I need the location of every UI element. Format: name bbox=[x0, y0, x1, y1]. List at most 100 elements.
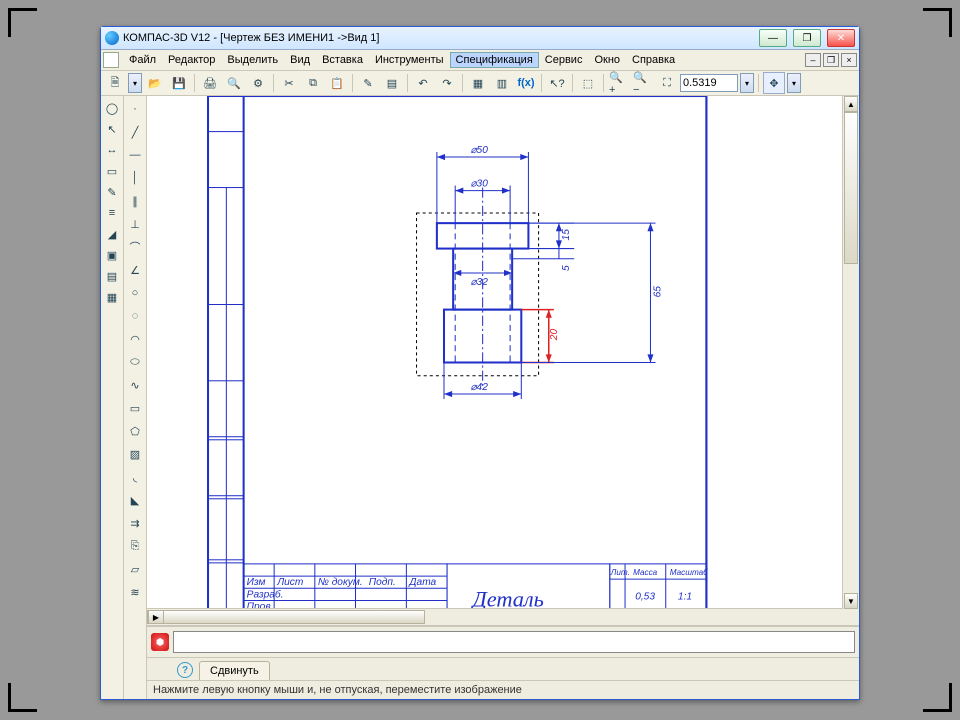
menu-window[interactable]: Окно bbox=[588, 52, 626, 68]
menu-view[interactable]: Вид bbox=[284, 52, 316, 68]
rect-tool[interactable]: ▭ bbox=[124, 397, 146, 419]
vline-tool[interactable]: │ bbox=[124, 167, 146, 189]
horizontal-scrollbar[interactable]: ◀ ▶ bbox=[147, 608, 843, 625]
spec-tool[interactable]: ▤ bbox=[102, 266, 122, 286]
property-input[interactable] bbox=[173, 631, 855, 653]
spline-tool[interactable]: ∿ bbox=[124, 374, 146, 396]
vscroll-thumb[interactable] bbox=[844, 112, 858, 264]
redo-button[interactable]: ↷ bbox=[436, 72, 458, 94]
drawing-svg: Изм Лист № докум. Подп. Дата Разраб. Про… bbox=[147, 96, 859, 626]
library-button[interactable]: ▥ bbox=[491, 72, 513, 94]
circle-tool[interactable]: ○ bbox=[124, 282, 146, 304]
report-tool[interactable]: ▦ bbox=[102, 287, 122, 307]
print-button[interactable]: 🖨 bbox=[199, 72, 221, 94]
collect-tool[interactable]: ⎘ bbox=[124, 535, 146, 557]
dim-5: 5 bbox=[561, 265, 572, 271]
parallel-tool[interactable]: ∥ bbox=[124, 190, 146, 212]
hatch-tool[interactable]: ▨ bbox=[124, 443, 146, 465]
circle3p-tool[interactable]: ◌ bbox=[124, 305, 146, 327]
tangent-tool[interactable]: ⌒ bbox=[124, 236, 146, 258]
titlebar[interactable]: КОМПАС-3D V12 - [Чертеж БЕЗ ИМЕНИ1 ->Вид… bbox=[101, 27, 859, 50]
measure-tool[interactable]: ◢ bbox=[102, 224, 122, 244]
zoom-input[interactable]: 0.5319 bbox=[680, 74, 738, 92]
select-tool[interactable]: ▣ bbox=[102, 245, 122, 265]
line-tool[interactable]: ╱ bbox=[124, 121, 146, 143]
param-tool[interactable]: ≡ bbox=[102, 203, 122, 223]
manager-button[interactable]: ▦ bbox=[467, 72, 489, 94]
dim-d50: ⌀50 bbox=[470, 145, 488, 156]
menu-help[interactable]: Справка bbox=[626, 52, 681, 68]
edit-tool[interactable]: ✎ bbox=[102, 182, 122, 202]
tb-mass: Масса bbox=[633, 568, 658, 577]
context-help-button[interactable]: ↖? bbox=[546, 72, 568, 94]
copy-button[interactable]: ⧉ bbox=[302, 72, 324, 94]
maximize-button[interactable]: ❐ bbox=[793, 29, 821, 47]
help-icon[interactable]: ? bbox=[177, 662, 193, 678]
mdi-close-button[interactable]: × bbox=[841, 53, 857, 67]
properties-button[interactable]: ⚙ bbox=[247, 72, 269, 94]
zoom-in-button[interactable]: 🔍+ bbox=[608, 72, 630, 94]
dimension-tool[interactable]: ↔ bbox=[102, 140, 122, 160]
point-tool[interactable]: · bbox=[124, 98, 146, 120]
zoom-window-button[interactable]: ⬚ bbox=[577, 72, 599, 94]
menu-file[interactable]: Файл bbox=[123, 52, 162, 68]
equid-tool[interactable]: ≋ bbox=[124, 581, 146, 603]
window-title: КОМПАС-3D V12 - [Чертеж БЕЗ ИМЕНИ1 ->Вид… bbox=[123, 32, 753, 44]
left-toolbar-2: · ╱ — │ ∥ ⊥ ⌒ ∠ ○ ◌ ◠ ⬭ ∿ ▭ ⬠ ▨ ◟ ◣ ⇉ ⎘ bbox=[124, 96, 147, 699]
fillet-tool[interactable]: ◟ bbox=[124, 466, 146, 488]
pointer-tool[interactable]: ↖ bbox=[102, 119, 122, 139]
vertical-scrollbar[interactable]: ▲ ▼ bbox=[842, 96, 859, 609]
close-button[interactable]: ✕ bbox=[827, 29, 855, 47]
minimize-button[interactable]: — bbox=[759, 29, 787, 47]
undo-button[interactable]: ↶ bbox=[412, 72, 434, 94]
print-preview-button[interactable]: 🔍 bbox=[223, 72, 245, 94]
menu-editor[interactable]: Редактор bbox=[162, 52, 221, 68]
mdi-restore-button[interactable]: ❐ bbox=[823, 53, 839, 67]
ellipse-tool[interactable]: ⬭ bbox=[124, 351, 146, 373]
scroll-down-button[interactable]: ▼ bbox=[844, 593, 858, 609]
tab-move[interactable]: Сдвинуть bbox=[199, 661, 270, 680]
bisector-tool[interactable]: ∠ bbox=[124, 259, 146, 281]
drawing-canvas[interactable]: Изм Лист № докум. Подп. Дата Разраб. Про… bbox=[147, 96, 859, 626]
zoom-fit-button[interactable]: ⛶ bbox=[656, 72, 678, 94]
layers-button[interactable]: ▤ bbox=[381, 72, 403, 94]
hscroll-thumb[interactable] bbox=[163, 610, 425, 624]
arc-tool[interactable]: ◠ bbox=[124, 328, 146, 350]
polygon-tool[interactable]: ⬠ bbox=[124, 420, 146, 442]
tb-docnum: № докум. bbox=[318, 577, 363, 588]
annotate-tool[interactable]: ▭ bbox=[102, 161, 122, 181]
paste-button[interactable]: 📋 bbox=[326, 72, 348, 94]
save-button[interactable]: 💾 bbox=[168, 72, 190, 94]
offset-tool[interactable]: ⇉ bbox=[124, 512, 146, 534]
menu-tools[interactable]: Инструменты bbox=[369, 52, 450, 68]
scroll-up-button[interactable]: ▲ bbox=[844, 96, 858, 112]
zoom-dropdown[interactable]: ▾ bbox=[740, 73, 754, 93]
cut-button[interactable]: ✂ bbox=[278, 72, 300, 94]
scale-value: 1:1 bbox=[678, 591, 692, 602]
chamfer-tool[interactable]: ◣ bbox=[124, 489, 146, 511]
scroll-right-button[interactable]: ▶ bbox=[148, 610, 164, 624]
mdi-minimize-button[interactable]: – bbox=[805, 53, 821, 67]
stop-icon[interactable]: ⬢ bbox=[151, 633, 169, 651]
tb-izm: Изм bbox=[247, 577, 266, 588]
new-button[interactable]: 🗎 bbox=[104, 72, 126, 94]
zoom-out-button[interactable]: 🔍− bbox=[632, 72, 654, 94]
menu-select[interactable]: Выделить bbox=[221, 52, 284, 68]
pan-dropdown[interactable]: ▾ bbox=[787, 73, 801, 93]
property-panel: ⬢ bbox=[147, 626, 859, 657]
new-dropdown[interactable]: ▾ bbox=[128, 73, 142, 93]
geometry-tool[interactable]: ◯ bbox=[102, 98, 122, 118]
perp-tool[interactable]: ⊥ bbox=[124, 213, 146, 235]
app-window: КОМПАС-3D V12 - [Чертеж БЕЗ ИМЕНИ1 ->Вид… bbox=[100, 26, 860, 700]
variables-button[interactable]: f(x) bbox=[515, 72, 537, 94]
pan-button[interactable]: ✥ bbox=[763, 72, 785, 94]
contour-tool[interactable]: ▱ bbox=[124, 558, 146, 580]
menu-specification[interactable]: Спецификация bbox=[450, 52, 539, 68]
open-button[interactable]: 📂 bbox=[144, 72, 166, 94]
property-tabs: ? Сдвинуть bbox=[147, 657, 859, 680]
menu-service[interactable]: Сервис bbox=[539, 52, 589, 68]
menu-insert[interactable]: Вставка bbox=[316, 52, 369, 68]
left-toolbar-1: ◯ ↖ ↔ ▭ ✎ ≡ ◢ ▣ ▤ ▦ bbox=[101, 96, 124, 699]
hline-tool[interactable]: — bbox=[124, 144, 146, 166]
style-button[interactable]: ✎ bbox=[357, 72, 379, 94]
